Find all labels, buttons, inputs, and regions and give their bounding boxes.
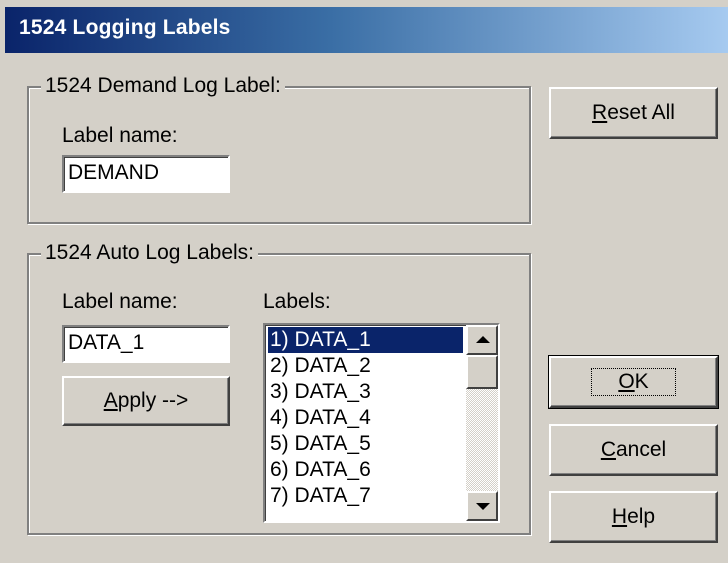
- scroll-down-arrow-icon: [476, 503, 490, 510]
- list-item[interactable]: 1) DATA_1: [268, 327, 463, 353]
- cancel-button[interactable]: Cancel: [549, 424, 718, 476]
- dialog-window: 1524 Logging Labels 1524 Demand Log Labe…: [0, 0, 728, 563]
- window-title: 1524 Logging Labels: [19, 16, 231, 39]
- demand-label-name-input[interactable]: DEMAND: [62, 155, 230, 193]
- list-item[interactable]: 7) DATA_7: [268, 483, 463, 509]
- labels-scrollbar[interactable]: [466, 325, 498, 521]
- reset-all-button-label: Reset All: [592, 101, 675, 124]
- demand-label-name-caption: Label name:: [62, 124, 178, 147]
- ok-button-label: OK: [591, 368, 676, 396]
- labels-caption: Labels:: [263, 290, 331, 313]
- cancel-button-label: Cancel: [600, 438, 667, 461]
- labels-listbox[interactable]: 1) DATA_1 2) DATA_2 3) DATA_3 4) DATA_4 5) D…: [263, 323, 500, 523]
- demand-log-legend: 1524 Demand Log Label:: [41, 74, 285, 98]
- auto-label-name-input[interactable]: DATA_1: [62, 325, 230, 363]
- apply-button[interactable]: Apply -->: [62, 376, 230, 426]
- reset-all-button[interactable]: Reset All: [549, 87, 718, 139]
- list-item[interactable]: 4) DATA_4: [268, 405, 463, 431]
- title-bar[interactable]: 1524 Logging Labels: [5, 7, 728, 53]
- scroll-up-arrow-icon: [476, 336, 490, 343]
- demand-log-groupbox: 1524 Demand Log Label: Label name: DEMAN…: [27, 74, 531, 224]
- list-item[interactable]: 3) DATA_3: [268, 379, 463, 405]
- auto-log-legend: 1524 Auto Log Labels:: [41, 241, 259, 265]
- scroll-thumb[interactable]: [466, 355, 498, 389]
- scroll-down-button[interactable]: [466, 491, 498, 521]
- ok-button[interactable]: OK: [548, 355, 719, 409]
- help-button-label: Help: [611, 505, 656, 528]
- scroll-up-button[interactable]: [466, 325, 498, 355]
- list-item[interactable]: 5) DATA_5: [268, 431, 463, 457]
- auto-log-groupbox: 1524 Auto Log Labels: Label name: DATA_1…: [27, 241, 531, 535]
- help-button[interactable]: Help: [549, 491, 718, 543]
- list-item[interactable]: 2) DATA_2: [268, 353, 463, 379]
- apply-button-label: Apply -->: [103, 389, 189, 412]
- auto-label-name-caption: Label name:: [62, 290, 178, 313]
- list-item[interactable]: 6) DATA_6: [268, 457, 463, 483]
